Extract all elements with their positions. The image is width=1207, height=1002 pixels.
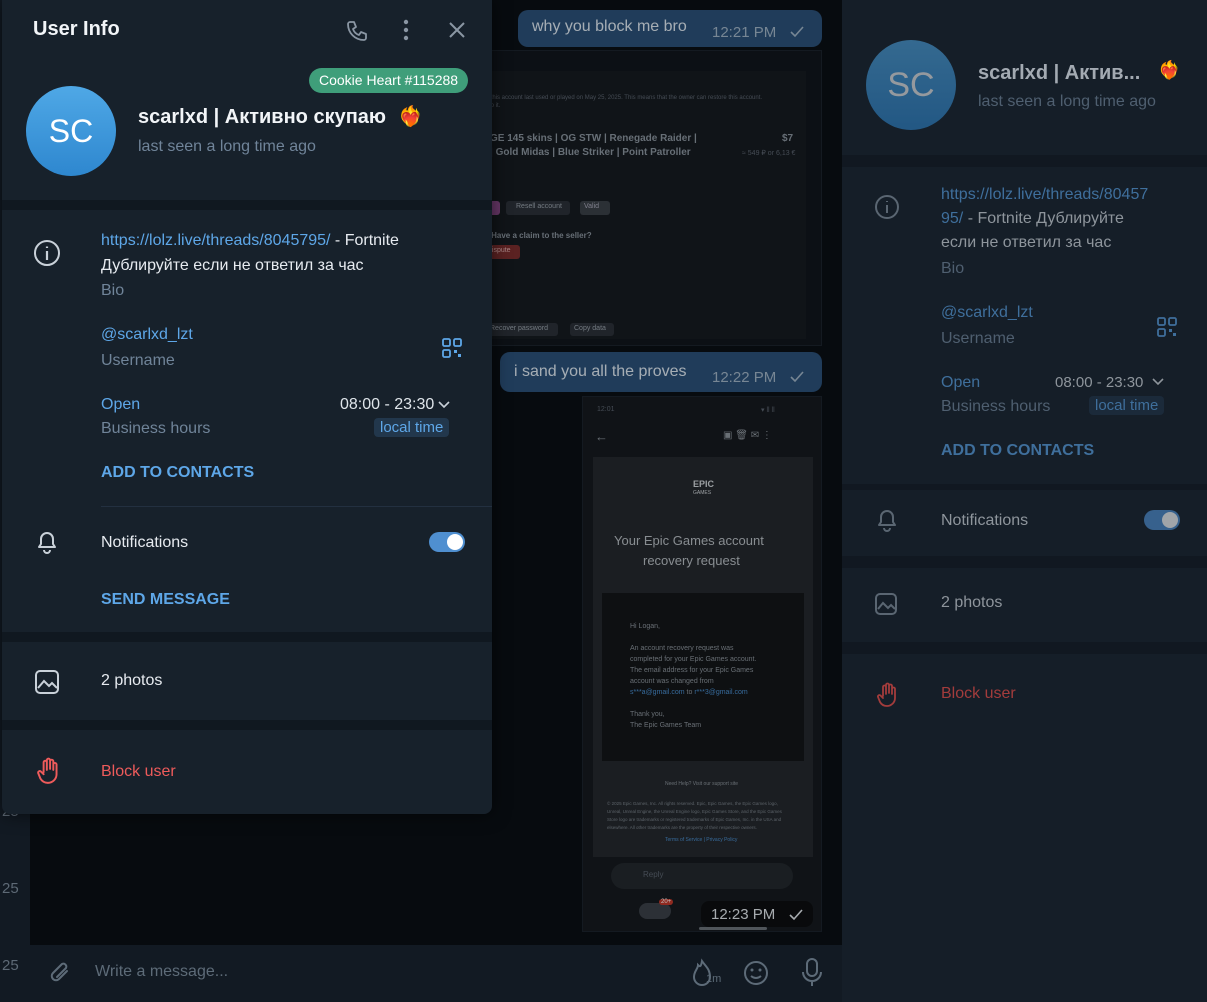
- right-profile-panel: SC scarlxd | Актив... ❤️‍🔥 last seen a l…: [842, 0, 1207, 1002]
- strip-number: 25: [2, 957, 19, 974]
- username-label: Username: [941, 330, 1015, 347]
- profile-status: last seen a long time ago: [978, 93, 1156, 110]
- notifications-toggle[interactable]: [1144, 510, 1180, 530]
- bio-text: если не ответил за час: [941, 234, 1112, 251]
- hours-value[interactable]: 08:00 - 23:30: [340, 396, 434, 414]
- username-link[interactable]: @scarlxd_lzt: [941, 304, 1033, 322]
- chevron-down-icon[interactable]: [438, 400, 450, 410]
- username-link[interactable]: @scarlxd_lzt: [101, 326, 193, 344]
- dialog-title: User Info: [33, 18, 120, 40]
- message-input[interactable]: Write a message...: [95, 963, 228, 981]
- open-status: Open: [941, 374, 981, 391]
- username-label: Username: [101, 352, 175, 369]
- divider: [2, 200, 492, 210]
- hand-stop-icon: [877, 682, 896, 707]
- divider: [2, 720, 492, 730]
- microphone-icon[interactable]: [800, 957, 824, 989]
- photos-icon: [35, 670, 59, 694]
- bell-icon: [878, 510, 896, 532]
- notifications-label: Notifications: [101, 534, 189, 551]
- bio-label: Bio: [101, 282, 125, 299]
- avatar[interactable]: SC: [26, 86, 116, 176]
- photos-label[interactable]: 2 photos: [101, 672, 162, 690]
- more-vertical-icon[interactable]: [400, 18, 412, 42]
- info-icon: [34, 240, 60, 266]
- business-hours-label: Business hours: [941, 398, 1051, 415]
- notifications-label: Notifications: [941, 512, 1029, 529]
- info-icon: [875, 195, 899, 219]
- strip-number: 25: [2, 880, 19, 897]
- bio-link[interactable]: 95/: [941, 210, 963, 227]
- bio-text: - Fortnite Дублируйте: [963, 210, 1124, 227]
- business-hours-label: Business hours: [101, 420, 211, 437]
- profile-status: last seen a long time ago: [138, 138, 316, 155]
- bio-text: - Fortnite: [330, 232, 399, 249]
- profile-name: scarlxd | Активно скупаю: [138, 106, 386, 128]
- close-icon[interactable]: [448, 21, 466, 39]
- profile-name: scarlxd | Актив...: [978, 62, 1141, 84]
- add-to-contacts-button[interactable]: ADD TO CONTACTS: [941, 442, 1094, 460]
- user-info-dialog: User Info Cookie Heart #115288 SC scarlx…: [2, 0, 492, 814]
- open-status: Open: [101, 396, 141, 413]
- qr-code-icon[interactable]: [441, 337, 463, 359]
- hours-value[interactable]: 08:00 - 23:30: [1055, 374, 1143, 391]
- bell-icon: [38, 532, 56, 554]
- photos-label[interactable]: 2 photos: [941, 594, 1002, 612]
- block-user-button[interactable]: Block user: [941, 685, 1016, 703]
- divider: [2, 632, 492, 642]
- bio-label: Bio: [941, 260, 965, 277]
- heart-emoji: ❤️‍🔥: [398, 106, 423, 128]
- local-time-toggle[interactable]: local time: [1089, 396, 1165, 415]
- attach-icon[interactable]: [48, 959, 74, 987]
- send-message-button[interactable]: SEND MESSAGE: [101, 591, 230, 609]
- divider: [101, 506, 492, 507]
- heart-emoji: ❤️‍🔥: [1158, 60, 1181, 80]
- bio-text: Дублируйте если не ответил за час: [101, 257, 364, 274]
- hand-stop-icon: [37, 757, 58, 784]
- add-to-contacts-button[interactable]: ADD TO CONTACTS: [101, 464, 254, 482]
- notifications-toggle[interactable]: [429, 532, 465, 552]
- block-user-button[interactable]: Block user: [101, 763, 176, 781]
- phone-icon[interactable]: [345, 19, 369, 43]
- timer-label: 1m: [706, 973, 722, 985]
- message-composer: Write a message... 1m: [30, 945, 842, 1002]
- bio-link[interactable]: https://lolz.live/threads/8045795/: [101, 232, 330, 249]
- local-time-toggle[interactable]: local time: [374, 418, 450, 437]
- chevron-down-icon[interactable]: [1152, 377, 1164, 387]
- gift-badge[interactable]: Cookie Heart #115288: [309, 68, 469, 93]
- photos-icon: [875, 593, 897, 615]
- qr-code-icon[interactable]: [1156, 316, 1178, 338]
- bio-link[interactable]: https://lolz.live/threads/80457: [941, 186, 1148, 204]
- avatar: SC: [866, 40, 956, 130]
- emoji-icon[interactable]: [742, 959, 770, 987]
- telegram-window: 25 25 25 why you block me bro 12:21 PM o…: [0, 0, 1207, 1002]
